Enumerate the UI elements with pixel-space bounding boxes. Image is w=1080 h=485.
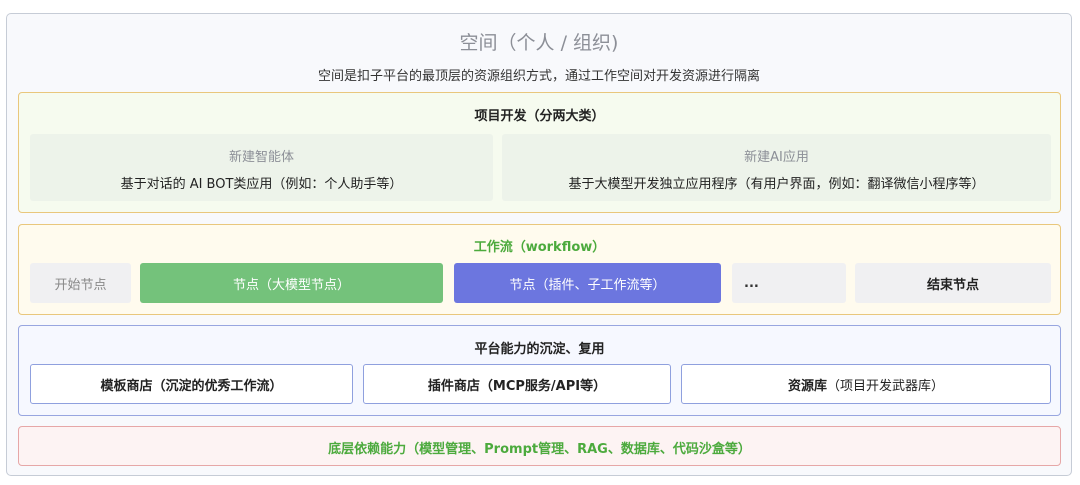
plugin-node: 节点（插件、子工作流等） — [454, 263, 721, 303]
resource-library-suffix: （项目开发武器库） — [827, 378, 945, 394]
ai-app-card-desc: 基于大模型开发独立应用程序（有用户界面，例如：翻译微信小程序等） — [568, 177, 985, 192]
resource-library-box: 资源库 （项目开发武器库） — [681, 364, 1051, 404]
base-panel: 底层依赖能力（模型管理、Prompt管理、RAG、数据库、代码沙盒等） — [18, 426, 1061, 466]
agent-card-desc: 基于对话的 AI BOT类应用（例如：个人助手等） — [120, 177, 403, 192]
plugin-store-box: 插件商店（MCP服务/API等） — [363, 364, 671, 404]
more-nodes: ... — [732, 263, 846, 303]
workflow-panel: 工作流（workflow） 开始节点 节点（大模型节点） 节点（插件、子工作流等… — [18, 224, 1061, 315]
end-node: 结束节点 — [855, 263, 1051, 303]
workflow-heading: 工作流（workflow） — [473, 240, 606, 255]
base-capabilities-text: 底层依赖能力（模型管理、Prompt管理、RAG、数据库、代码沙盒等） — [328, 442, 751, 457]
space-title: 空间（个人 / 组织) — [459, 32, 619, 54]
start-node: 开始节点 — [30, 263, 131, 303]
space-subtitle: 空间是扣子平台的最顶层的资源组织方式，通过工作空间对开发资源进行隔离 — [317, 69, 760, 84]
space-container: 空间（个人 / 组织) 空间是扣子平台的最顶层的资源组织方式，通过工作空间对开发… — [6, 13, 1072, 476]
llm-node: 节点（大模型节点） — [140, 263, 443, 303]
ai-app-card: 新建AI应用 基于大模型开发独立应用程序（有用户界面，例如：翻译微信小程序等） — [502, 134, 1051, 201]
ai-app-card-title: 新建AI应用 — [744, 150, 809, 165]
template-store-box: 模板商店（沉淀的优秀工作流） — [30, 364, 353, 404]
project-panel: 项目开发（分两大类） 新建智能体 基于对话的 AI BOT类应用（例如：个人助手… — [18, 92, 1061, 213]
platform-heading: 平台能力的沉淀、复用 — [474, 342, 605, 357]
plugin-store-label: 插件商店（MCP服务/API等） — [427, 378, 607, 394]
resource-library-label: 资源库 — [787, 378, 827, 394]
platform-panel: 平台能力的沉淀、复用 模板商店（沉淀的优秀工作流） 插件商店（MCP服务/API… — [18, 325, 1061, 416]
project-heading: 项目开发（分两大类） — [474, 109, 605, 124]
template-store-label: 模板商店（沉淀的优秀工作流） — [100, 378, 283, 394]
agent-card-title: 新建智能体 — [228, 150, 294, 165]
agent-card: 新建智能体 基于对话的 AI BOT类应用（例如：个人助手等） — [30, 134, 493, 201]
